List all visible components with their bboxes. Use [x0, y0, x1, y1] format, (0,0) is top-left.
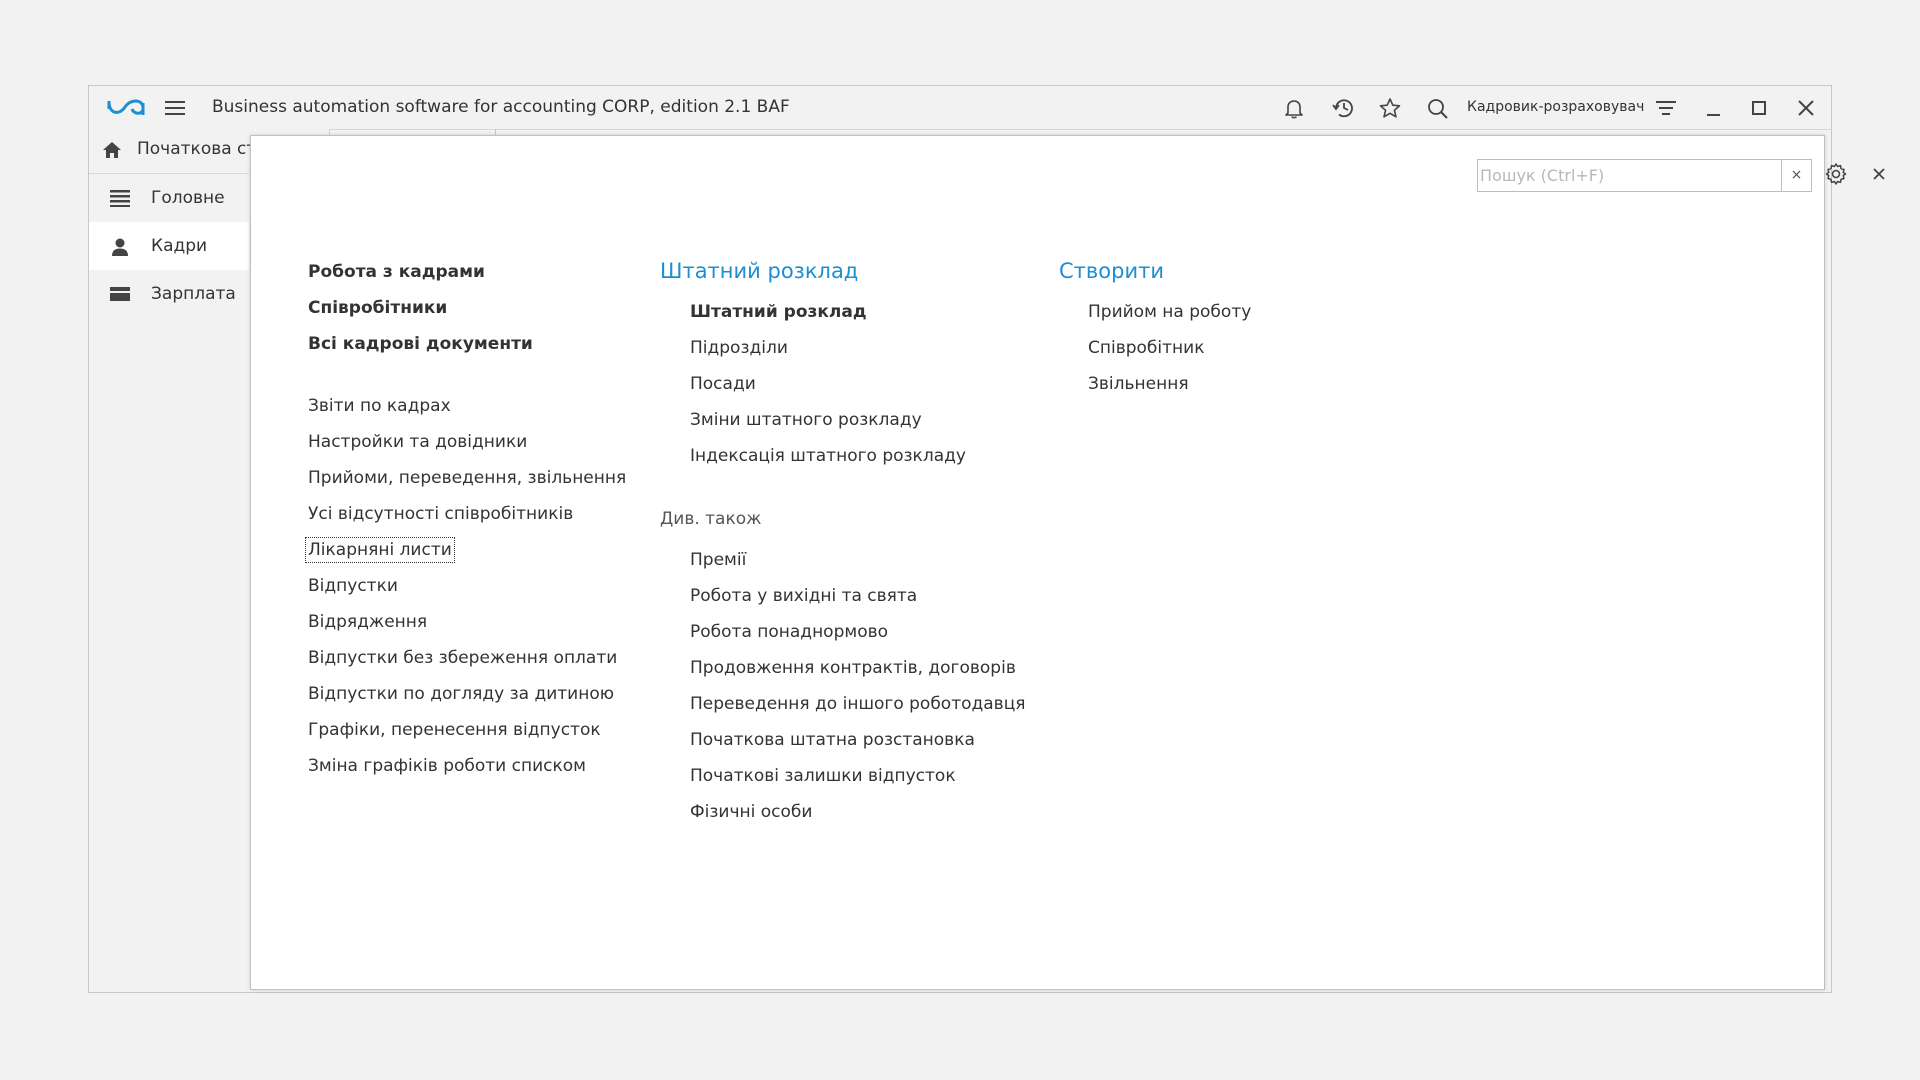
search-input[interactable] [1480, 162, 1770, 188]
hamburger-icon[interactable] [164, 99, 186, 121]
link-staffing-table[interactable]: Штатний розклад [690, 302, 867, 322]
section-panel: × Робота з кадрами Співробітники Всі кад… [250, 135, 1885, 990]
link-create-employee[interactable]: Співробітник [1088, 338, 1204, 358]
link-all-absences[interactable]: Усі відсутності співробітників [308, 504, 573, 524]
link-staffing-changes[interactable]: Зміни штатного розкладу [690, 410, 922, 430]
link-weekend-work[interactable]: Робота у вихідні та свята [690, 586, 917, 606]
link-bonuses[interactable]: Премії [690, 550, 746, 570]
wallet-icon [110, 287, 130, 301]
sidebar-item-label: Зарплата [151, 284, 236, 304]
link-sick-leaves[interactable]: Лікарняні листи [305, 537, 455, 563]
sidebar: Головне Кадри Зарплата [89, 173, 249, 992]
link-positions[interactable]: Посади [690, 374, 756, 394]
home-icon [103, 142, 121, 158]
panel-close-icon[interactable] [1872, 166, 1886, 185]
link-departments[interactable]: Підрозділи [690, 338, 788, 358]
link-hirings-transfers[interactable]: Прийоми, переведення, звільнення [308, 468, 626, 488]
link-work-schedule-changes[interactable]: Зміна графіків роботи списком [308, 756, 586, 776]
link-contract-extension[interactable]: Продовження контрактів, договорів [690, 658, 1016, 678]
link-business-trips[interactable]: Відрядження [308, 612, 427, 632]
link-vacations[interactable]: Відпустки [308, 576, 398, 596]
link-all-hr-docs[interactable]: Всі кадрові документи [308, 334, 533, 354]
close-icon[interactable] [1797, 97, 1815, 123]
sidebar-item-main[interactable]: Головне [89, 174, 249, 222]
sidebar-item-hr[interactable]: Кадри [89, 222, 249, 270]
minimize-icon[interactable] [1705, 97, 1723, 123]
link-create-hiring[interactable]: Прийом на роботу [1088, 302, 1251, 322]
baf-logo-icon[interactable] [106, 95, 146, 123]
link-hr-reports[interactable]: Звіти по кадрах [308, 396, 451, 416]
group-heading-staffing: Штатний розклад [660, 259, 859, 283]
see-also-label: Див. також [660, 509, 762, 529]
link-transfer-employer[interactable]: Переведення до іншого роботодавця [690, 694, 1026, 714]
link-staffing-indexation[interactable]: Індексація штатного розкладу [690, 446, 966, 466]
sidebar-item-label: Головне [151, 188, 225, 208]
bell-icon[interactable] [1283, 97, 1305, 123]
filter-lines-icon[interactable] [1655, 97, 1677, 123]
star-icon[interactable] [1378, 97, 1402, 123]
link-create-dismissal[interactable]: Звільнення [1088, 374, 1189, 394]
sidebar-item-label: Кадри [151, 236, 208, 256]
user-name[interactable]: Кадровик-розраховувач [1467, 99, 1644, 115]
link-unpaid-leaves[interactable]: Відпустки без збереження оплати [308, 648, 617, 668]
gear-icon[interactable] [1824, 162, 1848, 190]
history-icon[interactable] [1331, 97, 1355, 123]
link-hr-work[interactable]: Робота з кадрами [308, 262, 485, 282]
title-bar: Business automation software for account… [89, 86, 1831, 130]
app-window: Business automation software for account… [88, 85, 1885, 993]
link-overtime[interactable]: Робота понаднормово [690, 622, 888, 642]
person-icon [112, 238, 128, 256]
link-employees[interactable]: Співробітники [308, 298, 447, 318]
link-settings-references[interactable]: Настройки та довідники [308, 432, 527, 452]
link-childcare-leaves[interactable]: Відпустки по догляду за дитиною [308, 684, 614, 704]
app-title: Business automation software for account… [212, 97, 790, 117]
link-initial-vacation-balances[interactable]: Початкові залишки відпусток [690, 766, 956, 786]
link-initial-staffing[interactable]: Початкова штатна розстановка [690, 730, 975, 750]
list-icon [110, 190, 130, 207]
group-heading-create: Створити [1059, 259, 1164, 283]
link-individuals[interactable]: Фізичні особи [690, 802, 812, 822]
link-vacation-schedules[interactable]: Графіки, перенесення відпусток [308, 720, 601, 740]
maximize-icon[interactable] [1750, 97, 1768, 123]
tab-home-label: Початкова сто [137, 139, 267, 159]
search-icon[interactable] [1426, 97, 1450, 123]
search-clear-button[interactable]: × [1781, 160, 1811, 191]
panel-search: × [1477, 159, 1812, 192]
sidebar-item-salary[interactable]: Зарплата [89, 270, 249, 318]
